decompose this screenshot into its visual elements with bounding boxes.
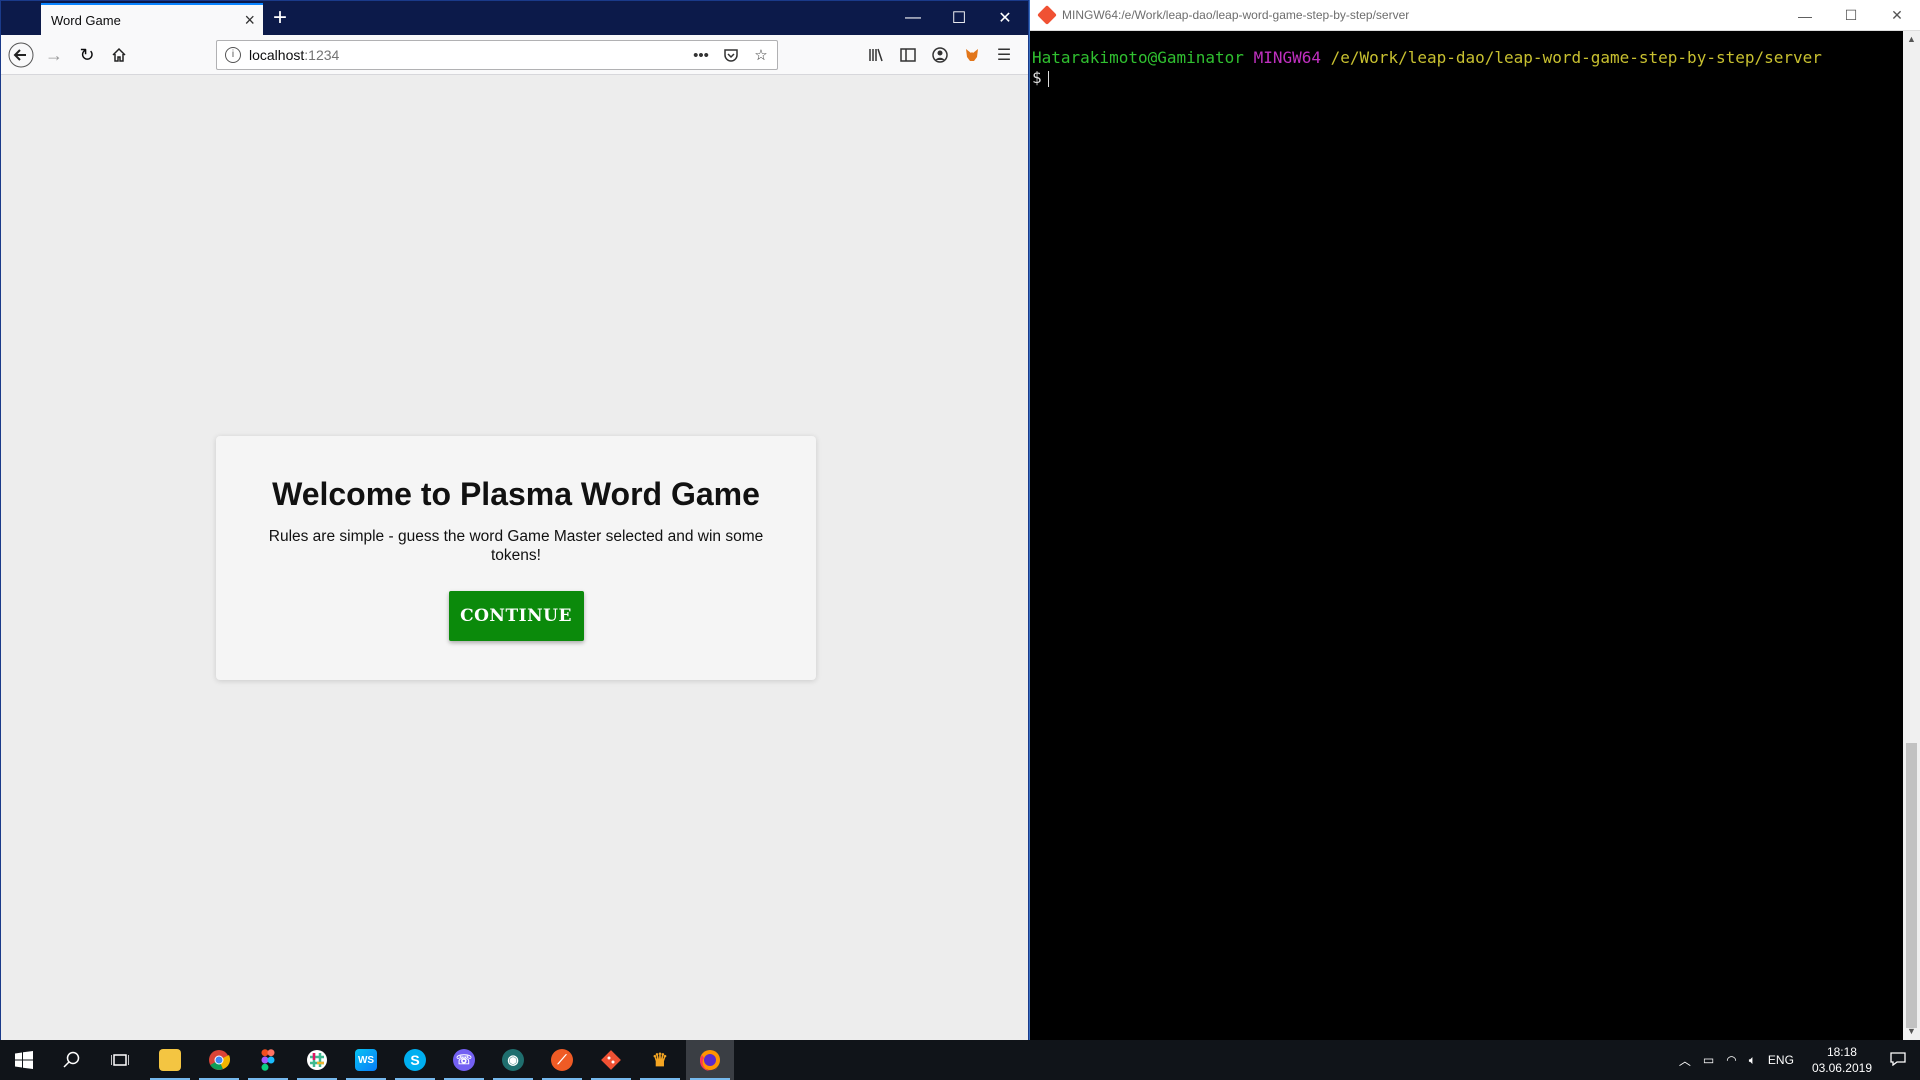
- battery-icon[interactable]: ▭: [1703, 1053, 1714, 1067]
- search-icon[interactable]: [48, 1040, 96, 1080]
- figma-icon[interactable]: [244, 1040, 292, 1080]
- clock[interactable]: 18:18 03.06.2019: [1812, 1044, 1872, 1076]
- taskbar: WS S ☏ ◉ ⟋ ♛ ︿ ▭ ◠ 🔈︎ ENG 18:18 03.06.20…: [0, 1040, 1920, 1080]
- maximize-icon[interactable]: ☐: [1828, 0, 1874, 31]
- language-indicator[interactable]: ENG: [1768, 1053, 1794, 1067]
- minimize-icon[interactable]: —: [1782, 0, 1828, 31]
- library-icon[interactable]: [860, 39, 892, 71]
- viber-icon[interactable]: ☏: [440, 1040, 488, 1080]
- home-icon[interactable]: [103, 39, 135, 71]
- terminal-prompt: $: [1032, 68, 1042, 87]
- volume-icon[interactable]: 🔈︎: [1749, 1053, 1756, 1068]
- close-window-icon[interactable]: ✕: [982, 1, 1028, 35]
- input-line[interactable]: $: [1032, 68, 1822, 88]
- metamask-extension-icon[interactable]: [956, 39, 988, 71]
- back-icon[interactable]: [5, 39, 37, 71]
- rules-text: Rules are simple - guess the word Game M…: [268, 528, 764, 564]
- forward-icon[interactable]: →: [38, 39, 70, 71]
- prompt-line: Hatarakimoto@Gaminator MINGW64 /e/Work/l…: [1032, 48, 1822, 68]
- chrome-icon[interactable]: [195, 1040, 243, 1080]
- page-content: Welcome to Plasma Word Game Rules are si…: [1, 76, 1028, 1040]
- url-port: :1234: [304, 47, 340, 63]
- terminal-window: MINGW64:/e/Work/leap-dao/leap-word-game-…: [1029, 0, 1920, 1040]
- crown-app-icon[interactable]: ♛: [636, 1040, 684, 1080]
- terminal-system: MINGW64: [1253, 48, 1321, 67]
- task-view-icon[interactable]: [96, 1040, 144, 1080]
- scrollbar-thumb[interactable]: [1906, 743, 1917, 1028]
- clock-time: 18:18: [1826, 1045, 1857, 1059]
- git-bash-icon[interactable]: [587, 1040, 635, 1080]
- menu-icon[interactable]: ☰: [988, 39, 1020, 71]
- file-explorer-icon[interactable]: [146, 1040, 194, 1080]
- clock-date: 03.06.2019: [1811, 1061, 1872, 1075]
- terminal-window-controls: — ☐ ✕: [1782, 0, 1920, 31]
- account-icon[interactable]: [924, 39, 956, 71]
- page-actions-icon[interactable]: •••: [689, 44, 713, 66]
- app-icon[interactable]: ◉: [489, 1040, 537, 1080]
- tab-word-game[interactable]: Word Game ×: [41, 3, 263, 35]
- slack-icon[interactable]: [293, 1040, 341, 1080]
- wifi-icon[interactable]: ◠: [1726, 1053, 1736, 1067]
- close-window-icon[interactable]: ✕: [1874, 0, 1920, 31]
- pocket-icon[interactable]: [719, 44, 743, 66]
- browser-window: Word Game × + — ☐ ✕ → ↻ i localhost:1234…: [0, 0, 1029, 1040]
- show-hidden-icons-icon[interactable]: ︿: [1679, 1052, 1691, 1069]
- welcome-card: Welcome to Plasma Word Game Rules are si…: [216, 436, 816, 680]
- close-tab-icon[interactable]: ×: [244, 10, 255, 30]
- firefox-icon[interactable]: [686, 1040, 734, 1080]
- skype-icon[interactable]: S: [391, 1040, 439, 1080]
- terminal-user-host: Hatarakimoto@Gaminator: [1032, 48, 1244, 67]
- git-icon: [1037, 5, 1057, 25]
- reload-icon[interactable]: ↻: [71, 39, 103, 71]
- terminal-title-bar: MINGW64:/e/Work/leap-dao/leap-word-game-…: [1030, 0, 1920, 31]
- url-text[interactable]: localhost:1234: [249, 47, 339, 63]
- minimize-icon[interactable]: —: [890, 1, 936, 35]
- page-title: Welcome to Plasma Word Game: [272, 476, 760, 512]
- continue-button[interactable]: CONTINUE: [448, 591, 584, 641]
- start-button[interactable]: [0, 1040, 48, 1080]
- terminal-output[interactable]: Hatarakimoto@Gaminator MINGW64 /e/Work/l…: [1032, 48, 1822, 88]
- site-info-icon[interactable]: i: [225, 47, 241, 63]
- terminal-window-title: MINGW64:/e/Work/leap-dao/leap-word-game-…: [1062, 8, 1410, 22]
- tab-bar: Word Game × + — ☐ ✕: [1, 1, 1028, 35]
- new-tab-icon[interactable]: +: [273, 5, 287, 31]
- notifications-icon[interactable]: [1890, 1051, 1906, 1069]
- maximize-icon[interactable]: ☐: [936, 1, 982, 35]
- scroll-up-icon[interactable]: ▲: [1903, 31, 1920, 48]
- terminal-scrollbar[interactable]: ▲ ▼: [1903, 31, 1920, 1040]
- tab-title: Word Game: [51, 12, 121, 28]
- system-tray: ︿ ▭ ◠ 🔈︎ ENG 18:18 03.06.2019: [1673, 1040, 1920, 1080]
- url-host: localhost: [249, 47, 305, 63]
- bookmark-star-icon[interactable]: ☆: [749, 44, 773, 66]
- browser-window-controls: — ☐ ✕: [890, 1, 1028, 35]
- scroll-down-icon[interactable]: ▼: [1903, 1023, 1920, 1040]
- sidebar-icon[interactable]: [892, 39, 924, 71]
- text-cursor: [1047, 70, 1049, 87]
- url-actions: ••• ☆: [689, 44, 773, 66]
- navigation-toolbar: → ↻ i localhost:1234 ••• ☆ ☰: [1, 35, 1028, 75]
- terminal-cwd: /e/Work/leap-dao/leap-word-game-step-by-…: [1330, 48, 1822, 67]
- webstorm-icon[interactable]: WS: [342, 1040, 390, 1080]
- url-bar[interactable]: i localhost:1234 ••• ☆: [216, 40, 778, 70]
- toolbar-right: ☰: [860, 39, 1020, 71]
- postman-icon[interactable]: ⟋: [538, 1040, 586, 1080]
